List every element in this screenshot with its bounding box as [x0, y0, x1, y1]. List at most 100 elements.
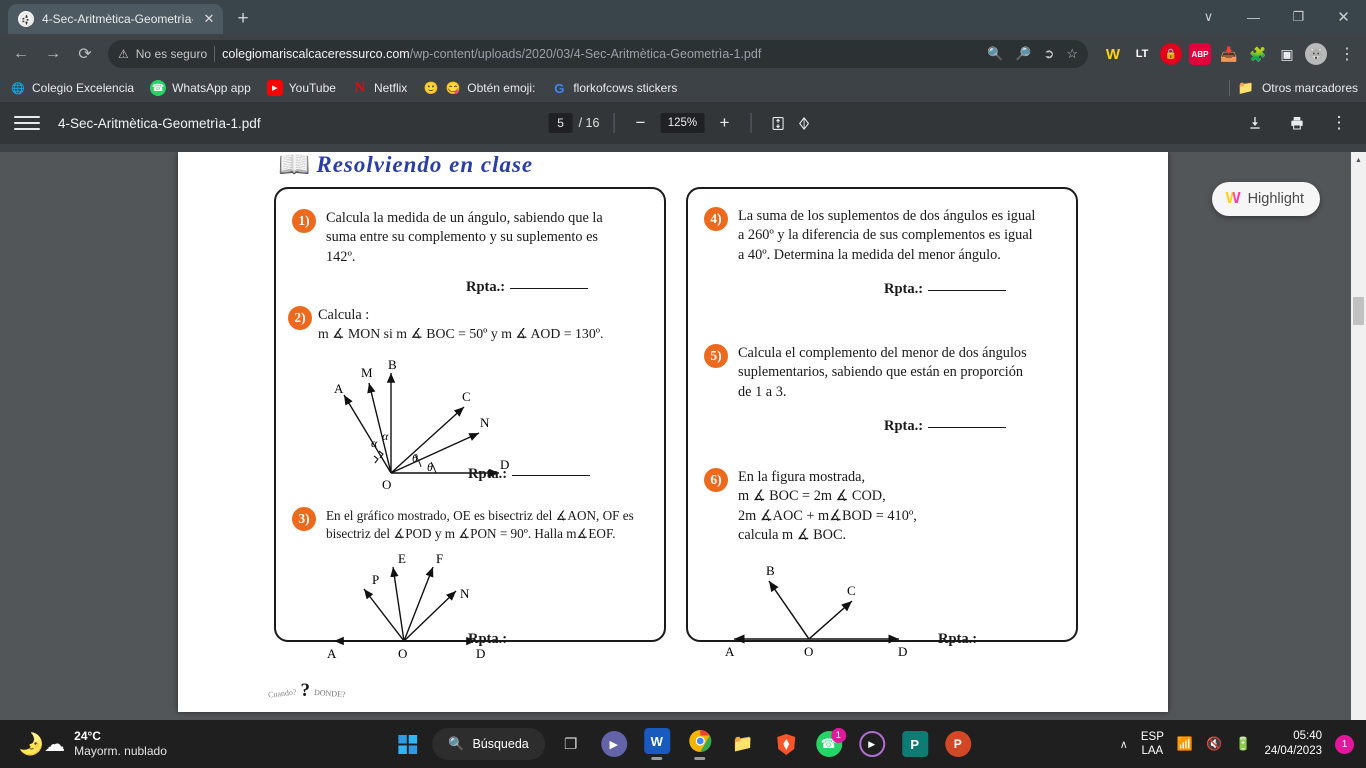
taskbar-app-word[interactable]: W	[640, 725, 674, 763]
password-lock-extension-icon[interactable]: 🔒	[1160, 43, 1182, 65]
address-bar[interactable]: ⚠ No es seguro colegiomariscalcaceressur…	[108, 40, 1088, 68]
answer-line[interactable]	[928, 290, 1007, 291]
battery-charging-icon[interactable]: 🔋	[1235, 736, 1251, 752]
zoom-level-display[interactable]: 125%	[660, 113, 705, 133]
open-book-icon: 📖	[278, 152, 311, 179]
download-extension-icon[interactable]: 📥	[1218, 43, 1240, 65]
notification-center-badge[interactable]: 1	[1335, 734, 1354, 754]
wordtune-extension-icon[interactable]: W	[1102, 43, 1124, 65]
search-taskbar-button[interactable]: 🔍 Búsqueda	[432, 728, 545, 760]
cloudy-night-icon: 🌛☁	[18, 732, 66, 756]
answer-line[interactable]	[512, 475, 591, 476]
download-icon[interactable]	[1242, 110, 1268, 136]
search-icon[interactable]: 🔍	[987, 46, 1003, 62]
tray-expand-icon[interactable]: ∧	[1120, 738, 1128, 751]
banner-title: Resolviendo en clase	[316, 152, 534, 177]
taskbar-app-publisher[interactable]: P	[898, 725, 932, 763]
bookmark-colegio-excelencia[interactable]: 🌐 Colegio Excelencia	[10, 80, 134, 96]
answer-line[interactable]	[928, 427, 1007, 428]
question-line: Calcula :	[318, 307, 370, 323]
maximize-button[interactable]: ❐	[1276, 0, 1321, 34]
new-tab-button[interactable]: +	[229, 5, 257, 33]
language-indicator[interactable]: ESP LAA	[1141, 730, 1164, 759]
vertical-scrollbar[interactable]: ▲	[1351, 152, 1366, 720]
scroll-up-arrow[interactable]: ▲	[1351, 152, 1366, 168]
divider	[750, 113, 752, 133]
tab-search-icon[interactable]: ∨	[1186, 0, 1231, 34]
browser-menu-button[interactable]: ⋮	[1334, 41, 1360, 67]
bookmark-florkofcows-stickers[interactable]: G florkofcows stickers	[551, 80, 677, 96]
question-number: 5)	[704, 344, 728, 368]
taskbar-app-whatsapp[interactable]: ☎ 1	[812, 725, 846, 763]
bookmark-youtube[interactable]: ▶ YouTube	[266, 80, 336, 96]
zoom-out-button[interactable]: −	[628, 113, 652, 133]
svg-text:B: B	[766, 563, 775, 578]
zoom-icon[interactable]: 🔎	[1015, 46, 1031, 62]
svg-text:E: E	[398, 551, 406, 566]
pdf-viewport[interactable]: 📖 Resolviendo en clase 1) Calcula la med…	[0, 152, 1366, 720]
adblock-plus-extension-icon[interactable]: ABP	[1189, 43, 1211, 65]
svg-text:A: A	[334, 381, 344, 396]
page-number-input[interactable]: 5	[548, 113, 573, 133]
star-icon[interactable]: ☆	[1066, 46, 1078, 62]
chrome-icon	[687, 728, 713, 754]
fit-page-icon[interactable]	[765, 110, 791, 136]
svg-text:O: O	[382, 477, 391, 490]
scrollbar-thumb[interactable]	[1353, 297, 1364, 325]
url-path: /wp-content/uploads/2020/03/4-Sec-Aritmè…	[409, 47, 762, 61]
taskbar-app-teams[interactable]: ▶	[597, 725, 631, 763]
bookmark-obten-emoji[interactable]: 🙂 😋 Obtén emoji:	[423, 80, 536, 96]
question-2: 2) Calcula : m ∡ MON si m ∡ BOC = 50º y …	[288, 306, 648, 344]
question-line: calcula m ∡ BOC.	[738, 526, 847, 543]
google-icon: G	[554, 80, 565, 96]
windows-start-icon[interactable]	[391, 728, 423, 760]
profile-avatar[interactable]: 🐺	[1305, 43, 1327, 65]
page-total-label: / 16	[578, 116, 600, 130]
page-footer-decoration: Cuando? ? DONDE?	[268, 680, 346, 702]
forward-button[interactable]: →	[38, 39, 68, 69]
highlight-button[interactable]: W Highlight	[1212, 182, 1320, 216]
puzzle-extensions-icon[interactable]: 🧩	[1247, 43, 1269, 65]
taskbar-app-task-view[interactable]: ❐	[554, 725, 588, 763]
browser-tab[interactable]: 4-Sec-Aritmètica-Geometrìa-1.pdf ✕	[8, 4, 223, 34]
back-button[interactable]: ←	[6, 39, 36, 69]
taskbar-app-brave[interactable]	[769, 725, 803, 763]
search-icon: 🔍	[448, 736, 465, 751]
other-bookmarks[interactable]: 📁 Otros marcadores	[1228, 80, 1358, 96]
taskbar-app-chrome[interactable]	[683, 725, 717, 763]
wifi-icon[interactable]: 📶	[1177, 736, 1193, 752]
answer-blank-1: Rpta.:	[466, 279, 589, 296]
reload-button[interactable]: ⟳	[70, 39, 100, 69]
question-line: La suma de los suplementos de dos ángulo…	[738, 208, 1036, 224]
zoom-in-button[interactable]: +	[712, 113, 736, 133]
answer-line[interactable]	[982, 640, 1061, 641]
rpta-label: Rpta.:	[938, 631, 978, 647]
answer-line[interactable]	[512, 640, 591, 641]
bookmark-netflix[interactable]: N Netflix	[352, 80, 408, 96]
language-line-1: ESP	[1140, 730, 1164, 743]
rotate-icon[interactable]	[791, 110, 817, 136]
search-label: Búsqueda	[472, 737, 529, 751]
volume-muted-icon[interactable]: 🔇	[1206, 736, 1222, 752]
languagetool-extension-icon[interactable]: LT	[1131, 43, 1153, 65]
omnibox-icons: 🔍 🔎 ➲ ☆	[977, 46, 1078, 62]
minimize-button[interactable]: —	[1231, 0, 1276, 34]
question-text: En la figura mostrada, m ∡ BOC = 2m ∡ CO…	[738, 468, 917, 545]
clock[interactable]: 05:40 24/04/2023	[1264, 729, 1322, 758]
pdf-more-menu[interactable]: ⋮	[1326, 110, 1352, 136]
close-window-button[interactable]: ✕	[1321, 0, 1366, 34]
clock-date: 24/04/2023	[1264, 745, 1322, 757]
weather-widget[interactable]: 🌛☁ 24°C Mayorm. nublado	[18, 729, 167, 759]
print-icon[interactable]	[1284, 110, 1310, 136]
not-secure-icon: ⚠	[118, 47, 129, 61]
close-icon[interactable]: ✕	[201, 11, 217, 27]
side-panel-icon[interactable]: ▣	[1276, 43, 1298, 65]
taskbar-app-powerpoint[interactable]: P	[941, 725, 975, 763]
question-line: En el gráfico mostrado, OE es bisectriz …	[326, 508, 634, 523]
answer-line[interactable]	[510, 288, 589, 289]
bookmark-whatsapp-app[interactable]: ☎ WhatsApp app	[150, 80, 251, 96]
taskbar-app-file-explorer[interactable]: 📁	[726, 725, 760, 763]
share-icon[interactable]: ➲	[1043, 46, 1054, 62]
hamburger-icon[interactable]	[14, 116, 40, 130]
taskbar-app-media-player[interactable]: ▶	[855, 725, 889, 763]
